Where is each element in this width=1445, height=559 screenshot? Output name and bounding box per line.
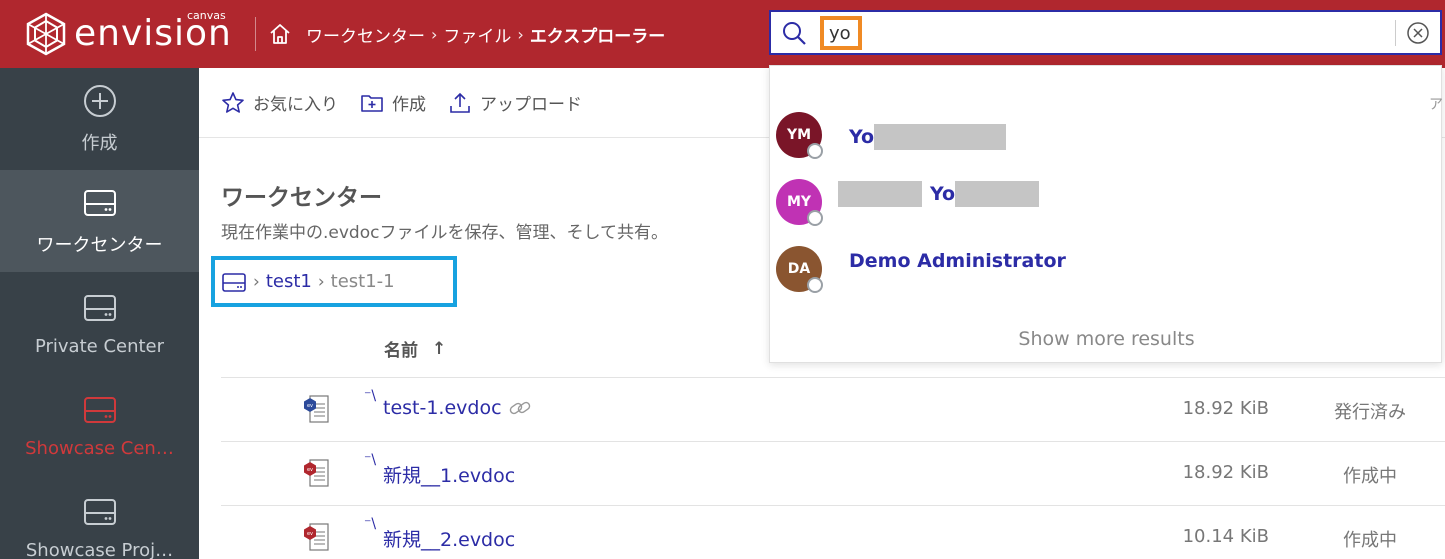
page-description: 現在作業中の.evdocファイルを保存、管理、そして共有。 [221, 223, 668, 243]
result-name: Demo Administrator [849, 250, 1066, 272]
sort-ascending-icon: ↑ [432, 338, 447, 359]
redacted-text [874, 124, 1007, 150]
sidebar-item-create[interactable]: 作成 [0, 68, 199, 170]
svg-text:ev: ev [307, 467, 313, 473]
chevron-right-icon: › [431, 24, 438, 44]
logo-subtext: canvas [187, 9, 226, 22]
sidebar-item-label: Showcase Cen… [25, 437, 174, 459]
sidebar-item-label: 作成 [81, 133, 118, 154]
sidebar: 作成 ワークセンター Private Center Showcase Cen… [0, 68, 199, 559]
drive-icon [83, 498, 116, 525]
file-status: 作成中 [1343, 530, 1397, 551]
drive-icon [83, 294, 116, 321]
envision-logo-icon [26, 12, 66, 56]
top-header: envision canvas ワークセンター › ファイル › エクスプローラ… [0, 0, 1445, 68]
breadcrumb-workcenter[interactable]: ワークセンター [306, 22, 425, 47]
drive-icon[interactable] [221, 269, 247, 295]
folder-path: › test1 › test1-1 [211, 256, 457, 307]
search-box[interactable] [769, 10, 1442, 55]
table-row[interactable]: ev ⁻\ test-1.evdoc 18.92 KiB 発行済み [221, 378, 1445, 441]
result-name-text: Demo Administrator [849, 250, 1066, 272]
page-title: ワークセンター [221, 185, 382, 211]
search-result-item[interactable]: YM Yo [776, 112, 1416, 162]
loading-icon: ⁻\ [364, 516, 377, 532]
path-segment-current: test1-1 [330, 271, 395, 292]
overflow-indicator: ア [1429, 97, 1443, 113]
chevron-right-icon: › [517, 24, 524, 44]
plus-circle-icon [83, 85, 116, 117]
upload-label: アップロード [480, 95, 582, 115]
breadcrumb-explorer: エクスプローラー [529, 26, 666, 47]
search-input[interactable] [820, 16, 862, 50]
search-divider [1395, 20, 1396, 46]
redacted-text [838, 181, 922, 207]
chevron-right-icon: › [253, 271, 260, 292]
file-status: 作成中 [1343, 466, 1397, 487]
sidebar-item-showcase-center[interactable]: Showcase Cen… [0, 374, 199, 476]
file-name-link[interactable]: test-1.evdoc [383, 397, 532, 419]
sidebar-item-label: ワークセンター [36, 235, 163, 256]
breadcrumb-files[interactable]: ファイル [443, 22, 511, 47]
result-name-text: Yo [930, 183, 956, 205]
result-name: Yo [838, 181, 1040, 207]
path-segment-test1[interactable]: test1 [266, 271, 312, 292]
presence-status-icon [807, 210, 823, 226]
upload-button[interactable]: アップロード [448, 90, 582, 115]
redacted-text [955, 181, 1040, 207]
chevron-right-icon: › [317, 271, 325, 292]
sidebar-item-label: Showcase Proj… [25, 539, 174, 559]
file-name-link[interactable]: 新規__2.evdoc [383, 525, 515, 552]
sidebar-item-label: Private Center [34, 335, 165, 357]
sidebar-item-private-center[interactable]: Private Center [0, 272, 199, 374]
avatar-initials: MY [786, 194, 812, 210]
file-name: 新規__2.evdoc [383, 529, 516, 551]
create-button[interactable]: 作成 [360, 90, 426, 115]
new-folder-icon [361, 94, 383, 112]
name-column-label: 名前 [384, 341, 418, 361]
sidebar-item-showcase-projects[interactable]: Showcase Proj… [0, 476, 199, 559]
link-icon [509, 401, 530, 415]
file-name: 新規__1.evdoc [383, 465, 516, 487]
avatar-initials: YM [786, 127, 812, 143]
drive-icon [83, 190, 116, 216]
result-name-text: Yo [849, 126, 875, 148]
create-label: 作成 [392, 95, 426, 115]
drive-icon [83, 396, 116, 423]
star-icon [222, 91, 244, 113]
file-name-link[interactable]: 新規__1.evdoc [383, 461, 515, 488]
name-column-header[interactable]: 名前 ↑ [384, 336, 447, 362]
file-size: 18.92 KiB [1182, 398, 1269, 419]
avatar-initials: DA [787, 261, 811, 277]
search-result-item[interactable]: MY Yo [776, 179, 1416, 229]
presence-status-icon [807, 143, 823, 159]
show-more-results-link[interactable]: Show more results [770, 328, 1443, 350]
search-result-item[interactable]: DA Demo Administrator [776, 246, 1416, 296]
table-row[interactable]: ev ⁻\ 新規__1.evdoc 18.92 KiB 作成中 [221, 442, 1445, 505]
sidebar-item-workcenter[interactable]: ワークセンター [0, 170, 199, 272]
evdoc-file-icon: ev [304, 523, 329, 551]
file-size: 18.92 KiB [1182, 462, 1269, 483]
app-logo[interactable]: envision canvas [0, 0, 255, 68]
loading-icon: ⁻\ [364, 452, 377, 468]
table-row[interactable]: ev ⁻\ 新規__2.evdoc 10.14 KiB 作成中 [221, 506, 1445, 559]
loading-icon: ⁻\ [364, 388, 377, 404]
evdoc-file-icon: ev [304, 459, 329, 487]
svg-text:ev: ev [307, 531, 313, 537]
file-size: 10.14 KiB [1182, 526, 1269, 547]
evdoc-file-icon: ev [304, 395, 329, 423]
search-icon [783, 21, 806, 45]
svg-text:ev: ev [307, 403, 313, 409]
search-results-dropdown: ア YM Yo MY Yo DA Demo Administrator Show… [769, 65, 1443, 363]
clear-search-icon[interactable] [1406, 21, 1430, 45]
favorites-button[interactable]: お気に入り [221, 90, 338, 115]
favorites-label: お気に入り [253, 95, 338, 115]
presence-status-icon [807, 277, 823, 293]
file-status: 発行済み [1334, 402, 1406, 423]
home-icon[interactable] [268, 22, 292, 46]
breadcrumb: ワークセンター › ファイル › エクスプローラー [256, 22, 665, 47]
result-name: Yo [849, 124, 1007, 150]
file-name: test-1.evdoc [383, 397, 502, 419]
upload-icon [450, 92, 470, 113]
